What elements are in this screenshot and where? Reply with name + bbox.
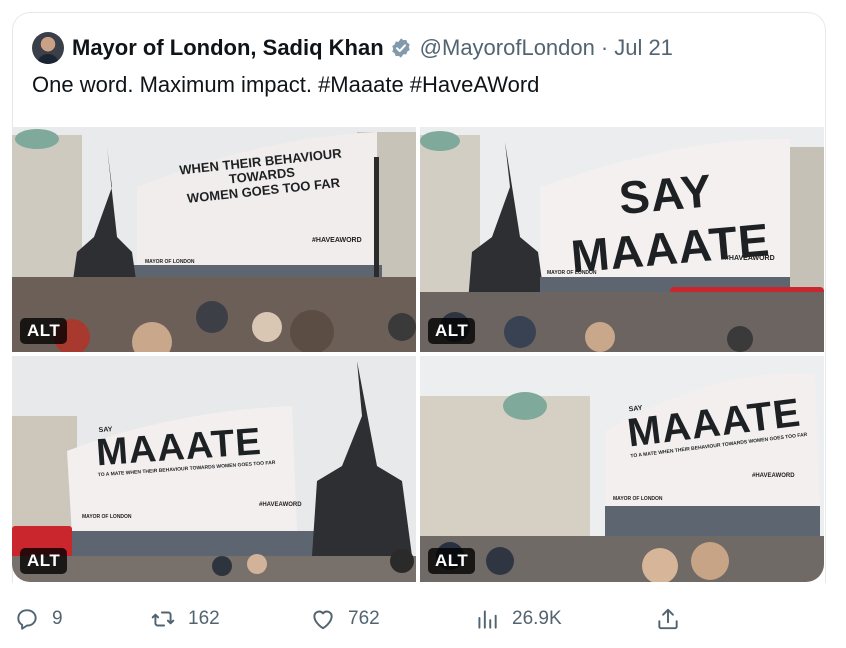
tweet-date[interactable]: Jul 21 xyxy=(614,35,673,61)
views-button[interactable]: 26.9K xyxy=(474,606,562,632)
media-photo-4[interactable]: SAY MAAATE TO A MATE WHEN THEIR BEHAVIOU… xyxy=(420,356,824,582)
billboard-hashtag: #HAVEAWORD xyxy=(259,502,302,508)
media-grid: WHEN THEIR BEHAVIOUR TOWARDS WOMEN GOES … xyxy=(12,127,824,582)
author-avatar[interactable] xyxy=(32,32,64,64)
billboard-hashtag: #HAVEAWORD xyxy=(312,237,362,244)
media-photo-3[interactable]: SAY MAAATE TO A MATE WHEN THEIR BEHAVIOU… xyxy=(12,356,416,582)
billboard-credit: MAYOR OF LONDON xyxy=(547,270,597,276)
billboard-credit: MAYOR OF LONDON xyxy=(82,514,132,520)
billboard-hashtag: #HAVEAWORD xyxy=(752,473,795,479)
separator-dot: · xyxy=(600,35,609,60)
billboard-credit: MAYOR OF LONDON xyxy=(613,496,663,502)
media-photo-1[interactable]: WHEN THEIR BEHAVIOUR TOWARDS WOMEN GOES … xyxy=(12,127,416,352)
billboard-hashtag: #HAVEAWORD xyxy=(725,255,775,262)
tweet-header: Mayor of London, Sadiq Khan @MayorofLond… xyxy=(32,30,673,66)
share-icon xyxy=(658,608,678,630)
like-button[interactable]: 762 xyxy=(310,606,380,632)
alt-badge[interactable]: ALT xyxy=(20,548,68,574)
repost-icon xyxy=(151,611,175,627)
media-photo-2[interactable]: SAY MAAATE #HAVEAWORD MAYOR OF LONDON AL… xyxy=(420,127,824,352)
author-handle[interactable]: @MayorofLondon xyxy=(420,35,595,61)
reply-count: 9 xyxy=(52,608,63,629)
verified-badge-icon xyxy=(391,38,410,58)
views-count: 26.9K xyxy=(512,608,562,629)
share-button[interactable] xyxy=(655,606,693,632)
billboard-credit: MAYOR OF LONDON xyxy=(145,259,195,265)
like-icon xyxy=(313,610,333,630)
alt-badge[interactable]: ALT xyxy=(20,318,68,344)
reply-button[interactable]: 9 xyxy=(14,606,63,632)
action-bar: 9 162 762 26.9K xyxy=(12,598,824,642)
alt-badge[interactable]: ALT xyxy=(428,318,476,344)
reply-icon xyxy=(17,609,37,630)
alt-badge[interactable]: ALT xyxy=(428,548,476,574)
tweet-text: One word. Maximum impact. #Maaate #HaveA… xyxy=(32,72,540,97)
like-count: 762 xyxy=(348,608,380,629)
repost-button[interactable]: 162 xyxy=(150,606,220,632)
views-icon xyxy=(478,610,497,629)
author-name[interactable]: Mayor of London, Sadiq Khan xyxy=(72,35,384,61)
billboard-headline: SAY MAAATE xyxy=(568,164,772,283)
repost-count: 162 xyxy=(188,608,220,629)
